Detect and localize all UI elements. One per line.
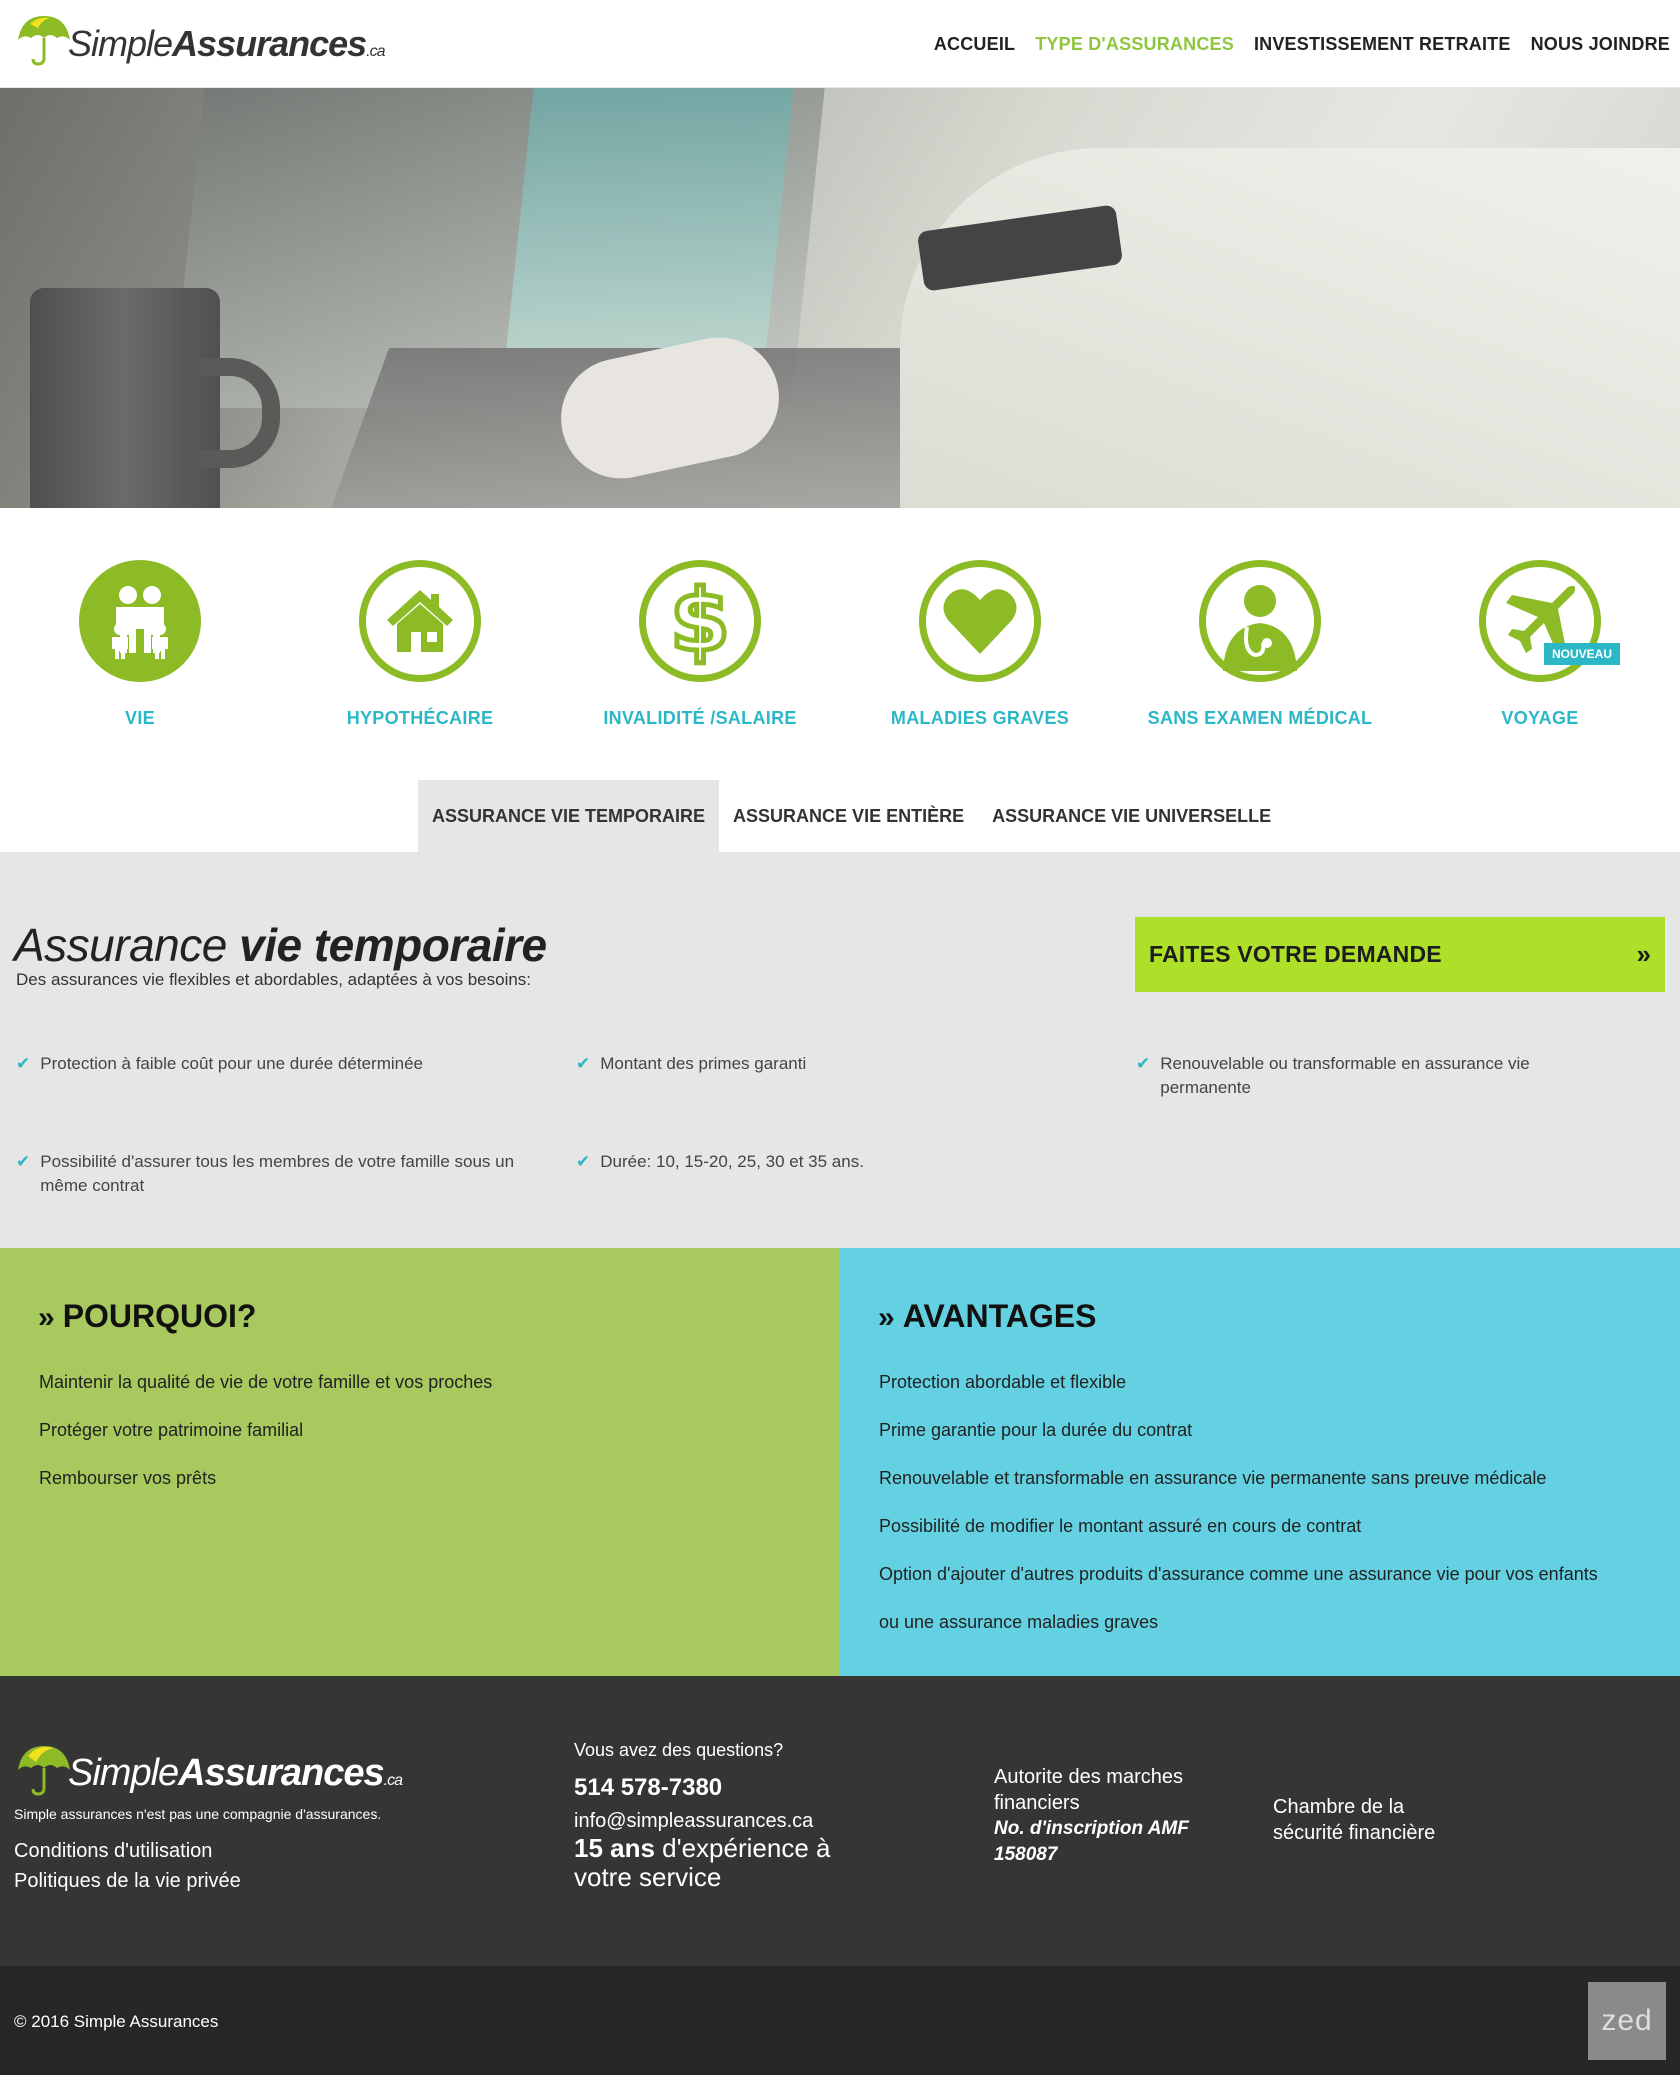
- insurance-categories: VIE HYPOTHÉCAIRE $ INVALIDITÉ /SALAIRE M…: [0, 508, 1680, 768]
- csf-link[interactable]: Chambre de la sécurité financière: [1273, 1794, 1473, 1846]
- site-footer: SimpleAssurances.ca Simple assurances n'…: [0, 1676, 1680, 1966]
- svg-text:$: $: [670, 576, 730, 666]
- list-item: ou une assurance maladies graves: [879, 1612, 1159, 1632]
- logo-text: SimpleAssurances.ca: [68, 1752, 403, 1794]
- tab-vie-universelle[interactable]: ASSURANCE VIE UNIVERSELLE: [978, 780, 1286, 852]
- tab-vie-temporaire[interactable]: ASSURANCE VIE TEMPORAIRE: [418, 780, 720, 852]
- heart-icon: [919, 560, 1041, 682]
- bottom-bar: © 2016 Simple Assurances zed: [0, 1966, 1680, 2075]
- list-item: Renouvelable et transformable en assuran…: [879, 1468, 1547, 1488]
- category-sans-examen-medical[interactable]: SANS EXAMEN MÉDICAL: [1140, 560, 1380, 729]
- category-label: HYPOTHÉCAIRE: [346, 708, 494, 728]
- contact-question: Vous avez des questions?: [574, 1740, 784, 1760]
- category-label: INVALIDITÉ /SALAIRE: [603, 708, 797, 728]
- hero-image: [0, 88, 1680, 508]
- list-item: Protection abordable et flexible: [879, 1372, 1127, 1392]
- nav-investissement-retraite[interactable]: INVESTISSEMENT RETRAITE: [1254, 34, 1511, 55]
- contact-email[interactable]: info@simpleassurances.ca: [574, 1810, 813, 1833]
- zed-logo[interactable]: zed: [1588, 1982, 1666, 2060]
- umbrella-icon: [14, 10, 72, 68]
- doctor-icon: [1199, 560, 1321, 682]
- category-maladies-graves[interactable]: MALADIES GRAVES: [860, 560, 1100, 729]
- list-item: Rembourser vos prêts: [39, 1468, 217, 1488]
- amf-label: Autorite des marches financiers: [994, 1766, 1183, 1814]
- page-title: Assurance vie temporaire: [14, 919, 547, 971]
- term-life-section: Assurance vie temporaire Des assurances …: [0, 852, 1680, 1248]
- category-label: VIE: [125, 708, 155, 728]
- copyright: © 2016 Simple Assurances: [14, 2012, 219, 2031]
- list-item: Prime garantie pour la durée du contrat: [879, 1420, 1193, 1440]
- privacy-link[interactable]: Politiques de la vie privée: [14, 1870, 241, 1893]
- umbrella-icon: [14, 1740, 72, 1798]
- page-subtitle: Des assurances vie flexibles et abordabl…: [16, 970, 532, 989]
- apply-button-label: FAITES VOTRE DEMANDE: [1149, 941, 1442, 967]
- site-header: SimpleAssurances.ca ACCUEIL TYPE D'ASSUR…: [0, 0, 1680, 88]
- feature-item: ✔ Durée: 10, 15-20, 25, 30 et 35 ans.: [576, 1150, 996, 1174]
- feature-item: ✔ Montant des primes garanti: [576, 1052, 996, 1076]
- avantages-title: » AVANTAGES: [878, 1298, 1097, 1334]
- contact-phone[interactable]: 514 578-7380: [574, 1774, 722, 1802]
- double-chevron-right-icon: »: [878, 1301, 895, 1334]
- check-icon: ✔: [1136, 1054, 1151, 1073]
- avantages-section: » AVANTAGES Protection abordable et flexi…: [840, 1248, 1680, 1676]
- logo-text: SimpleAssurances.ca: [68, 23, 386, 64]
- footer-logo[interactable]: SimpleAssurances.ca: [14, 1740, 403, 1798]
- experience-text: 15 ans d'expérience à votre service: [574, 1833, 831, 1892]
- feature-item: ✔ Protection à faible coût pour une durée…: [16, 1052, 536, 1076]
- double-chevron-right-icon: »: [38, 1301, 55, 1334]
- life-insurance-tabs: ASSURANCE VIE TEMPORAIRE ASSURANCE VIE E…: [418, 780, 1286, 852]
- category-vie[interactable]: VIE: [20, 560, 260, 729]
- footer-disclaimer: Simple assurances n'est pas une compagni…: [14, 1806, 382, 1822]
- amf-info[interactable]: Autorite des marches financiers No. d'in…: [994, 1764, 1224, 1868]
- double-chevron-right-icon: »: [1636, 939, 1651, 969]
- tab-vie-entiere[interactable]: ASSURANCE VIE ENTIÈRE: [719, 780, 979, 852]
- category-invalidite-salaire[interactable]: $ INVALIDITÉ /SALAIRE: [580, 560, 820, 729]
- nav-type-assurances[interactable]: TYPE D'ASSURANCES: [1035, 34, 1234, 55]
- category-label: SANS EXAMEN MÉDICAL: [1147, 708, 1373, 728]
- list-item: Possibilité de modifier le montant assur…: [879, 1516, 1362, 1536]
- nav-accueil[interactable]: ACCUEIL: [934, 34, 1015, 55]
- check-icon: ✔: [16, 1152, 31, 1171]
- check-icon: ✔: [576, 1152, 591, 1171]
- check-icon: ✔: [16, 1054, 31, 1073]
- dollar-icon: $: [639, 560, 761, 682]
- category-label: VOYAGE: [1501, 708, 1579, 728]
- category-label: MALADIES GRAVES: [890, 708, 1070, 728]
- family-icon: [79, 560, 201, 682]
- check-icon: ✔: [576, 1054, 591, 1073]
- avantages-list: Protection abordable et flexible Prime g…: [879, 1358, 1598, 1646]
- site-logo[interactable]: SimpleAssurances.ca: [14, 8, 386, 68]
- new-badge: NOUVEAU: [1543, 643, 1620, 665]
- feature-item: ✔ Possibilité d'assurer tous les membres …: [16, 1150, 546, 1198]
- pourquoi-section: » POURQUOI? Maintenir la qualité de vie d…: [0, 1248, 840, 1676]
- house-icon: [359, 560, 481, 682]
- pourquoi-title: » POURQUOI?: [38, 1298, 257, 1334]
- feature-item: ✔ Renouvelable ou transformable en assura…: [1136, 1052, 1576, 1100]
- apply-button[interactable]: FAITES VOTRE DEMANDE »: [1135, 917, 1665, 992]
- main-nav: ACCUEIL TYPE D'ASSURANCES INVESTISSEMENT…: [934, 34, 1670, 55]
- amf-number: No. d'inscription AMF 158087: [994, 1818, 1189, 1865]
- airplane-icon: NOUVEAU: [1479, 560, 1620, 682]
- pourquoi-list: Maintenir la qualité de vie de votre fam…: [39, 1358, 492, 1502]
- list-item: Protéger votre patrimoine familial: [39, 1420, 304, 1440]
- nav-nous-joindre[interactable]: NOUS JOINDRE: [1531, 34, 1670, 55]
- list-item: Maintenir la qualité de vie de votre fam…: [39, 1372, 493, 1392]
- conditions-link[interactable]: Conditions d'utilisation: [14, 1840, 212, 1863]
- category-hypothecaire[interactable]: HYPOTHÉCAIRE: [300, 560, 540, 729]
- category-voyage[interactable]: NOUVEAU VOYAGE: [1420, 560, 1660, 729]
- list-item: Option d'ajouter d'autres produits d'ass…: [879, 1564, 1598, 1584]
